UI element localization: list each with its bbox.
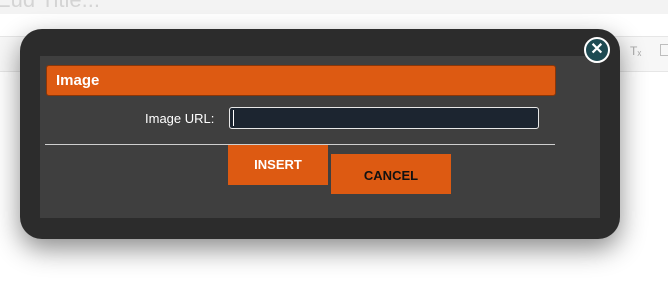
close-button[interactable]: ✕ [584,37,610,63]
image-url-input[interactable] [229,107,539,129]
text-cursor [233,110,234,126]
insert-button[interactable]: INSERT [228,145,328,185]
source-icon[interactable] [660,44,668,56]
title-placeholder: Eud Title... [0,0,100,13]
image-url-label: Image URL: [145,111,215,126]
clear-format-icon[interactable]: Tₓ [630,44,641,58]
close-icon: ✕ [590,41,604,58]
cancel-button[interactable]: CANCEL [331,154,451,194]
title-field[interactable]: Eud Title... [0,0,668,14]
dialog-title: Image [56,72,100,89]
dialog-header: Image [46,65,556,96]
image-dialog: Image Image URL: INSERT CANCEL [20,29,620,239]
